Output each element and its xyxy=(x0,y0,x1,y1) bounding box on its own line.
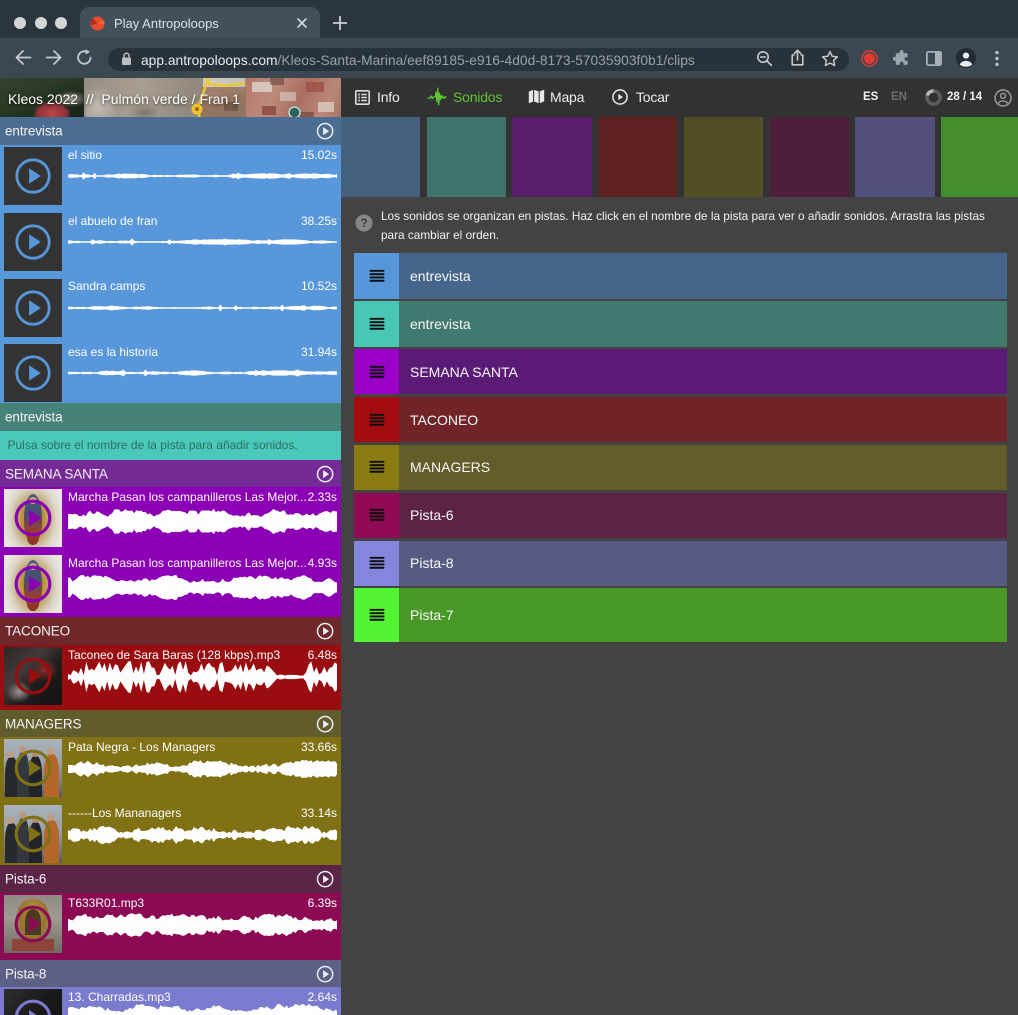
svg-text:?: ? xyxy=(360,216,367,230)
